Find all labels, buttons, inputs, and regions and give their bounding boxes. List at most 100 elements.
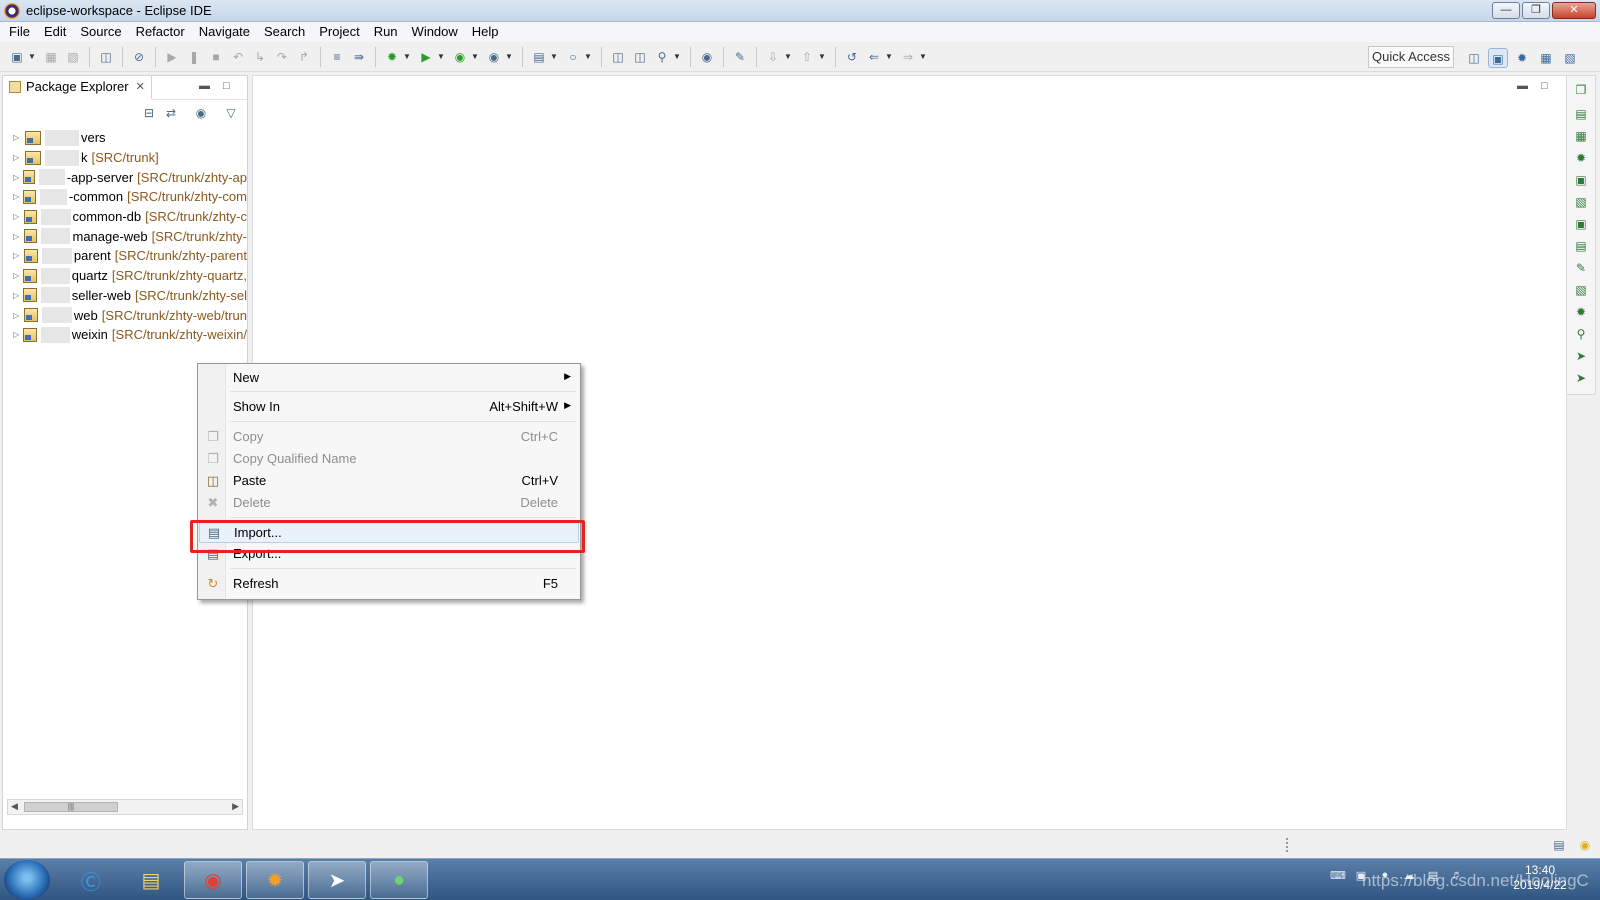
expand-icon[interactable]: ▷	[13, 133, 23, 142]
tree-item[interactable]: ▷ common-db [SRC/trunk/zhty-c	[3, 207, 247, 227]
use-step-filters-icon[interactable]: ⇛	[350, 48, 368, 66]
forward-dropdown-icon[interactable]: ▼	[919, 48, 927, 66]
expand-icon[interactable]: ▷	[13, 251, 22, 260]
run-icon[interactable]: ▶	[417, 48, 435, 66]
skip-breakpoints-icon[interactable]: ⊘	[130, 48, 148, 66]
expand-icon[interactable]: ▷	[13, 232, 22, 241]
menu-item-copy-qualified-name[interactable]: ❐ Copy Qualified Name	[199, 448, 579, 470]
horizontal-scrollbar[interactable]: ◀ ||| ▶	[7, 799, 243, 815]
menu-item-show-in[interactable]: Show In Alt+Shift+W ▶	[199, 396, 579, 418]
disconnect-icon[interactable]: ↶	[229, 48, 247, 66]
heap-status-icon[interactable]: ▤	[1550, 836, 1568, 854]
menu-navigate[interactable]: Navigate	[192, 22, 257, 42]
tree-item[interactable]: ▷ parent [SRC/trunk/zhty-parent	[3, 246, 247, 266]
step-over-icon[interactable]: ↷	[273, 48, 291, 66]
scroll-left-icon[interactable]: ◀	[11, 801, 18, 812]
minimize-icon[interactable]: ▬	[199, 80, 210, 92]
menu-item-export[interactable]: ▤ Export...	[199, 543, 579, 565]
collapse-all-icon[interactable]: ⊟	[141, 105, 157, 121]
menu-item-delete[interactable]: ✖ Delete Delete	[199, 492, 579, 514]
maximize-icon[interactable]: □	[1541, 80, 1548, 92]
new-java-project-icon[interactable]: ▤	[530, 48, 548, 66]
save-all-icon[interactable]: ▧	[64, 48, 82, 66]
back-icon[interactable]: ⇐	[865, 48, 883, 66]
scrollbar-thumb[interactable]: |||	[24, 802, 118, 812]
menu-window[interactable]: Window	[405, 22, 465, 42]
new-icon[interactable]: ▣	[8, 48, 26, 66]
tree-item[interactable]: ▷ seller-web [SRC/trunk/zhty-sel	[3, 286, 247, 306]
tree-item[interactable]: ▷ k [SRC/trunk]	[3, 148, 247, 168]
progress-icon[interactable]: ✹	[1573, 304, 1589, 320]
expand-icon[interactable]: ▷	[13, 291, 21, 300]
new-dropdown-icon[interactable]: ▼	[28, 48, 36, 66]
expand-icon[interactable]: ▷	[13, 192, 21, 201]
open-type-icon[interactable]: ◫	[609, 48, 627, 66]
feishu-icon[interactable]: ➤	[308, 861, 366, 899]
step-into-icon[interactable]: ↳	[251, 48, 269, 66]
tree-item[interactable]: ▷ manage-web [SRC/trunk/zhty-	[3, 226, 247, 246]
toggle-annotation-icon[interactable]: ✎	[731, 48, 749, 66]
next-annotation-icon[interactable]: ⇩	[764, 48, 782, 66]
menu-item-copy[interactable]: ❐ Copy Ctrl+C	[199, 426, 579, 448]
expand-icon[interactable]: ▷	[13, 173, 21, 182]
new-class-dropdown-icon[interactable]: ▼	[584, 48, 592, 66]
tree-item[interactable]: ▷ weixin [SRC/trunk/zhty-weixin/	[3, 325, 247, 345]
coverage-icon[interactable]: ◉	[451, 48, 469, 66]
tree-item[interactable]: ▷ -common [SRC/trunk/zhty-com	[3, 187, 247, 207]
servers-icon[interactable]: ▣	[1573, 172, 1589, 188]
terminate-icon[interactable]: ■	[207, 48, 225, 66]
java-perspective-icon[interactable]: ▦	[1536, 48, 1556, 68]
restore-button[interactable]: ❐	[1522, 2, 1550, 19]
restore-icon[interactable]: ❐	[1573, 82, 1589, 98]
task-list-icon[interactable]: ▦	[1573, 128, 1589, 144]
debug-dropdown-icon[interactable]: ▼	[403, 48, 411, 66]
outline-icon[interactable]: ▤	[1573, 106, 1589, 122]
back-dropdown-icon[interactable]: ▼	[885, 48, 893, 66]
chrome-icon[interactable]: ◉	[184, 861, 242, 899]
previous-annotation-icon[interactable]: ⇧	[798, 48, 816, 66]
menu-file[interactable]: File	[2, 22, 37, 42]
run-dropdown-icon[interactable]: ▼	[437, 48, 445, 66]
save-icon[interactable]: ▦	[42, 48, 60, 66]
tab-package-explorer[interactable]: Package Explorer ✕	[3, 75, 152, 100]
synchronize-icon[interactable]: ➤	[1573, 370, 1589, 386]
data-source-explorer-icon[interactable]: ▣	[1573, 216, 1589, 232]
keyboard-icon[interactable]: ⌨	[1330, 869, 1346, 883]
menu-item-refresh[interactable]: ↻ Refresh F5	[199, 573, 579, 595]
search-icon[interactable]: ⚲	[653, 48, 671, 66]
next-annotation-dropdown-icon[interactable]: ▼	[784, 48, 792, 66]
scroll-right-icon[interactable]: ▶	[232, 801, 239, 812]
link-with-editor-icon[interactable]: ⇄	[163, 105, 179, 121]
internet-explorer-icon[interactable]: Ⓒ	[62, 861, 120, 899]
resume-icon[interactable]: ▶	[163, 48, 181, 66]
menu-search[interactable]: Search	[257, 22, 312, 42]
tip-lightbulb-icon[interactable]: ◉	[1576, 836, 1594, 854]
console-icon[interactable]: ▧	[1573, 282, 1589, 298]
expand-icon[interactable]: ▷	[13, 153, 23, 162]
tree-item[interactable]: ▷ web [SRC/trunk/zhty-web/trun	[3, 305, 247, 325]
forward-icon[interactable]: ⇒	[899, 48, 917, 66]
tree-item[interactable]: ▷ -app-server [SRC/trunk/zhty-ap	[3, 167, 247, 187]
debug-icon[interactable]: ✹	[383, 48, 401, 66]
menu-run[interactable]: Run	[367, 22, 405, 42]
history-icon[interactable]: ➤	[1573, 348, 1589, 364]
snippets-icon[interactable]: ▤	[1573, 238, 1589, 254]
system-clock[interactable]: 13:40 2019/4/22	[1500, 863, 1580, 893]
open-web-browser-icon[interactable]: ◉	[698, 48, 716, 66]
word-wrap-icon[interactable]: ≡	[328, 48, 346, 66]
menu-source[interactable]: Source	[73, 22, 128, 42]
terminal-icon[interactable]: ◫	[97, 48, 115, 66]
expand-icon[interactable]: ▷	[13, 330, 21, 339]
menu-item-new[interactable]: New ▶	[199, 367, 579, 389]
properties-icon[interactable]: ▧	[1573, 194, 1589, 210]
step-return-icon[interactable]: ↱	[295, 48, 313, 66]
tree-item[interactable]: ▷ quartz [SRC/trunk/zhty-quartz,	[3, 266, 247, 286]
java-browsing-perspective-icon[interactable]: ▧	[1560, 48, 1580, 68]
focus-on-active-task-icon[interactable]: ◉	[193, 105, 209, 121]
menu-help[interactable]: Help	[465, 22, 506, 42]
minimize-button[interactable]: —	[1492, 2, 1520, 19]
maximize-icon[interactable]: □	[223, 80, 230, 92]
debug-perspective-icon[interactable]: ✹	[1512, 48, 1532, 68]
external-tools-icon[interactable]: ◉	[485, 48, 503, 66]
eclipse-ide-icon[interactable]: ✹	[246, 861, 304, 899]
